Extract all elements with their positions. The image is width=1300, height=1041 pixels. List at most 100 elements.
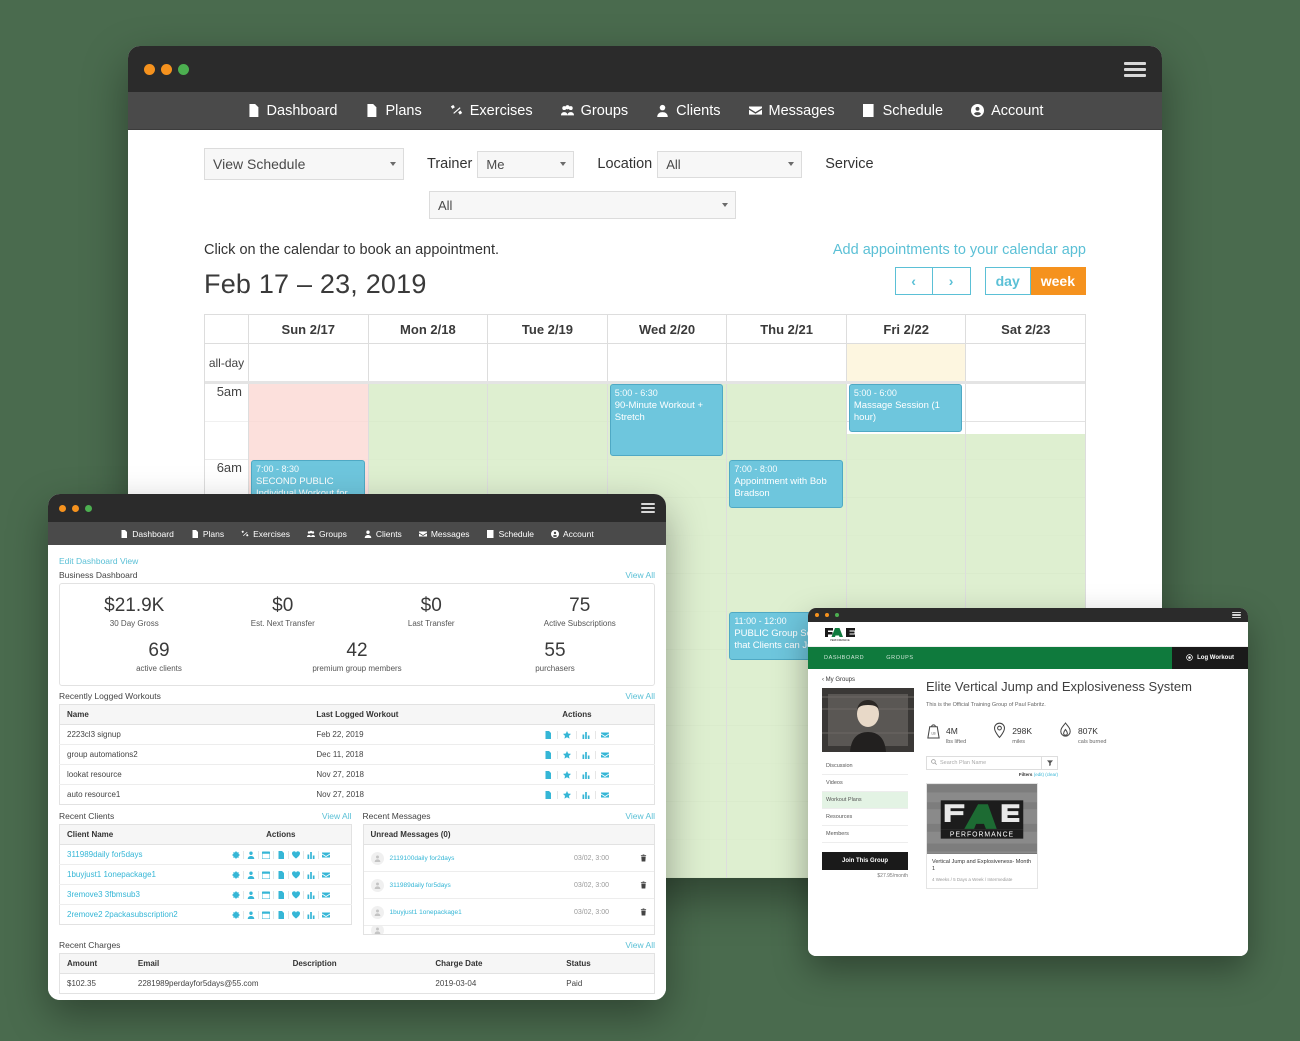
star-icon[interactable] [558,770,578,779]
chart-icon[interactable] [577,790,597,799]
list-item[interactable]: 311989daily for5days 03/02, 3:00 [363,872,654,899]
close-dot[interactable] [815,613,819,617]
all-day-cell-highlighted[interactable] [846,344,967,381]
search-plan-field[interactable]: Search Plan Name [926,755,1058,770]
gear-icon[interactable] [229,890,244,899]
day-header[interactable]: Wed 2/20 [608,315,728,343]
nav-item-plans[interactable]: Plans [365,103,422,119]
minimize-dot[interactable] [161,63,172,75]
maximize-dot[interactable] [85,504,92,512]
chart-icon[interactable] [304,910,319,919]
envelope-icon[interactable] [319,911,333,919]
back-to-my-groups-link[interactable]: ‹ My Groups [822,677,908,683]
calendar-icon[interactable] [259,910,274,919]
message-sender[interactable]: 1buyjust1 1onepackage1 [390,909,569,916]
client-name[interactable]: 3remove3 3fbmsub3 [59,884,212,905]
file-icon[interactable] [539,790,559,799]
trash-icon[interactable] [640,849,647,867]
chart-icon[interactable] [304,850,319,859]
day-header[interactable]: Tue 2/19 [488,315,608,343]
nav-item-exercises[interactable]: Exercises [450,103,533,119]
user-icon[interactable] [244,890,259,899]
nav-item-messages[interactable]: Messages [748,103,835,119]
user-icon[interactable] [244,910,259,919]
day-header[interactable]: Sat 2/23 [966,315,1085,343]
calendar-event[interactable]: 7:00 - 8:00 Appointment with Bob Bradson [729,460,843,508]
nav-item-clients[interactable]: Clients [656,103,721,119]
user-icon[interactable] [244,870,259,879]
prev-week-button[interactable]: ‹ [894,267,933,295]
nav-item-dashboard[interactable]: Dashboard [120,529,174,539]
trash-icon[interactable] [640,876,647,894]
calendar-event[interactable]: 5:00 - 6:00 Massage Session (1 hour) [848,384,963,432]
nav-item-exercises[interactable]: Exercises [241,529,290,539]
trainer-select[interactable]: Me [477,150,575,178]
envelope-icon[interactable] [596,731,614,739]
heart-icon[interactable] [289,910,304,919]
star-icon[interactable] [558,730,578,739]
chart-icon[interactable] [577,750,597,759]
heart-icon[interactable] [289,850,304,859]
location-select[interactable]: All [657,150,803,178]
chart-icon[interactable] [577,730,597,739]
view-all-link[interactable]: View All [625,691,655,701]
sidebar-item-resources[interactable]: Resources [822,809,908,826]
sidebar-item-discussion[interactable]: Discussion [822,758,908,775]
nav-item-messages[interactable]: Messages [418,529,470,539]
view-all-link[interactable]: View All [322,811,352,821]
gear-icon[interactable] [229,850,244,859]
calendar-icon[interactable] [259,890,274,899]
list-item[interactable]: 1buyjust1 1onepackage1 03/02, 3:00 [363,899,654,926]
envelope-icon[interactable] [596,791,614,799]
all-day-cell[interactable] [966,344,1085,381]
day-header[interactable]: Thu 2/21 [727,315,847,343]
calendar-icon[interactable] [259,850,274,859]
hamburger-menu-icon[interactable] [1124,60,1146,78]
file-icon[interactable] [274,850,289,859]
envelope-icon[interactable] [319,871,333,879]
day-header[interactable]: Fri 2/22 [847,315,967,343]
maximize-dot[interactable] [178,63,189,75]
file-icon[interactable] [539,750,559,759]
edit-dashboard-view-link[interactable]: Edit Dashboard View [59,556,138,566]
minimize-dot[interactable] [72,504,79,512]
view-all-link[interactable]: View All [625,570,655,580]
view-all-link[interactable]: View All [625,940,655,950]
next-week-button[interactable]: › [932,267,971,295]
view-schedule-select[interactable]: View Schedule [204,148,404,180]
all-day-cell[interactable] [608,344,728,381]
week-view-button[interactable]: week [1030,267,1086,295]
file-icon[interactable] [274,910,289,919]
join-group-button[interactable]: Join This Group [822,852,908,870]
star-icon[interactable] [558,750,578,759]
calendar-event[interactable]: 5:00 - 6:30 90-Minute Workout + Stretch [609,384,724,456]
filter-icon[interactable] [1041,756,1057,769]
file-icon[interactable] [274,870,289,879]
all-day-cell[interactable] [727,344,847,381]
nav-item-groups[interactable]: Groups [306,529,347,539]
hamburger-menu-icon[interactable] [1232,612,1241,619]
envelope-icon[interactable] [319,891,333,899]
nav-item-schedule[interactable]: Schedule [862,103,943,119]
client-name[interactable]: 2remove2 2packasubscription2 [60,905,212,925]
view-all-link[interactable]: View All [625,811,655,821]
all-day-cell[interactable] [369,344,489,381]
trash-icon[interactable] [640,903,647,921]
window-controls[interactable] [815,613,839,617]
envelope-icon[interactable] [319,851,333,859]
all-day-cell[interactable] [249,344,369,381]
service-select[interactable]: All [429,191,736,219]
chart-icon[interactable] [304,870,319,879]
maximize-dot[interactable] [835,613,839,617]
message-sender[interactable]: 311989daily for5days [390,882,569,889]
window-controls[interactable] [59,504,92,512]
gear-icon[interactable] [229,870,244,879]
sidebar-item-workout-plans[interactable]: Workout Plans [822,792,908,809]
nav-item-clients[interactable]: Clients [364,529,402,539]
file-icon[interactable] [539,730,559,739]
sidebar-item-videos[interactable]: Videos [822,775,908,792]
filters-clear-link[interactable]: (clear) [1045,772,1058,777]
client-name[interactable]: 1buyjust1 1onepackage1 [59,864,212,885]
chart-icon[interactable] [304,890,319,899]
envelope-icon[interactable] [596,751,614,759]
